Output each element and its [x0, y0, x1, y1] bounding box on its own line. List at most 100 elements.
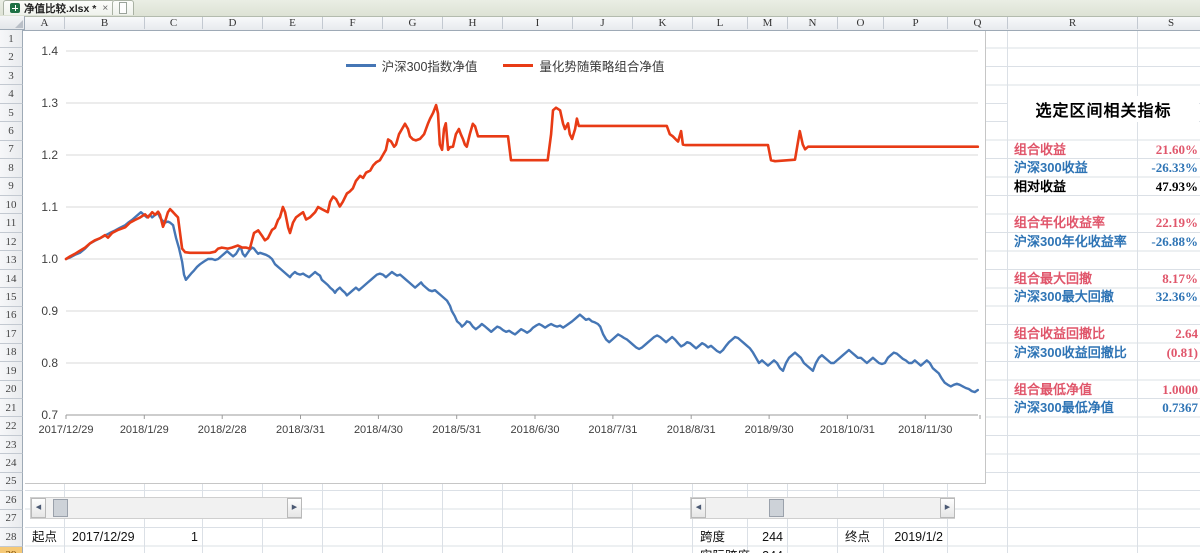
row-header-23[interactable]: 23: [0, 435, 23, 455]
row-header-26[interactable]: 26: [0, 491, 23, 510]
column-header-J[interactable]: J: [573, 16, 633, 29]
column-header-N[interactable]: N: [788, 16, 838, 29]
row-header-14[interactable]: 14: [0, 269, 23, 289]
column-header-Q[interactable]: Q: [948, 16, 1008, 29]
column-header-H[interactable]: H: [443, 16, 503, 29]
column-header-F[interactable]: F: [323, 16, 383, 29]
row-header-8[interactable]: 8: [0, 159, 23, 178]
column-header-B[interactable]: B: [65, 16, 145, 29]
netvalue-chart-object[interactable]: 1.4 1.3 1.2 1.1 1.0 0.9 0.8 0.7 2017/12/29 2018/1…: [25, 30, 986, 484]
row-header-17[interactable]: 17: [0, 325, 23, 344]
embedded-scrollbar-left[interactable]: ◀ ▶: [30, 497, 302, 519]
scroll-thumb[interactable]: [53, 499, 68, 517]
column-header-L[interactable]: L: [693, 16, 748, 29]
metric-value: 22.19%: [1155, 215, 1198, 231]
metric-label: 沪深300最低净值: [1014, 399, 1114, 415]
column-header-M[interactable]: M: [748, 16, 788, 29]
tab-close-icon[interactable]: ×: [102, 3, 108, 14]
legend-item-strategy: 量化势随策略组合净值: [503, 56, 664, 75]
scroll-thumb[interactable]: [769, 499, 784, 517]
svg-text:2018/2/28: 2018/2/28: [198, 424, 247, 436]
select-all-corner[interactable]: [0, 16, 25, 30]
row-header-18[interactable]: 18: [0, 343, 23, 363]
cell-L29[interactable]: 实际跨度: [693, 547, 750, 553]
row-header-1[interactable]: 1: [0, 30, 23, 49]
row-header-13[interactable]: 13: [0, 251, 23, 270]
red-line-swatch: [503, 64, 534, 67]
metric-label: 沪深300收益: [1014, 160, 1088, 176]
cell-M28[interactable]: 244: [748, 528, 788, 546]
legend-item-hs300: 沪深300指数净值: [345, 56, 477, 75]
row-header-21[interactable]: 21: [0, 398, 23, 418]
column-header-I[interactable]: I: [503, 16, 573, 29]
row-header-29[interactable]: 29: [0, 546, 23, 553]
cell-M29[interactable]: 244: [748, 547, 788, 553]
svg-text:1.2: 1.2: [41, 148, 58, 162]
row-header-3[interactable]: 3: [0, 66, 23, 86]
column-header-R[interactable]: R: [1008, 16, 1138, 29]
metric-row-5[interactable]: 组合最大回撤 8.17%: [1008, 270, 1200, 288]
column-header-A[interactable]: A: [25, 16, 65, 29]
row-header-25[interactable]: 25: [0, 472, 23, 492]
cell-B28[interactable]: 2017/12/29: [65, 528, 145, 546]
row-header-27[interactable]: 27: [0, 509, 23, 529]
column-header-G[interactable]: G: [383, 16, 443, 29]
metric-row-8[interactable]: 沪深300收益回撤比 (0.81): [1008, 344, 1200, 362]
scroll-right-button[interactable]: ▶: [287, 498, 302, 518]
metric-row-2[interactable]: 相对收益 47.93%: [1008, 178, 1200, 196]
metric-value: -26.88%: [1151, 233, 1198, 249]
row-header-11[interactable]: 11: [0, 214, 23, 233]
column-header-D[interactable]: D: [203, 16, 263, 29]
metric-value: 2.64: [1175, 326, 1198, 342]
row-header-10[interactable]: 10: [0, 196, 23, 215]
cell-O28[interactable]: 终点: [838, 528, 884, 546]
column-header-S[interactable]: S: [1138, 16, 1200, 29]
metric-row-0[interactable]: 组合收益 21.60%: [1008, 141, 1200, 159]
row-header-28[interactable]: 28: [0, 528, 23, 547]
cell-A28[interactable]: 起点: [25, 528, 65, 546]
metric-row-3[interactable]: 组合年化收益率 22.19%: [1008, 214, 1200, 232]
row-header-16[interactable]: 16: [0, 306, 23, 326]
row-header-9[interactable]: 9: [0, 177, 23, 197]
scroll-left-button[interactable]: ◀: [31, 498, 46, 518]
cell-C28[interactable]: 1: [145, 528, 203, 546]
column-header-K[interactable]: K: [633, 16, 693, 29]
row-header-2[interactable]: 2: [0, 48, 23, 67]
column-header-O[interactable]: O: [838, 16, 884, 29]
metric-value: 0.7367: [1162, 399, 1198, 415]
cell-P28[interactable]: 2019/1/2: [884, 528, 948, 546]
metric-value: 8.17%: [1162, 270, 1198, 286]
svg-text:2018/5/31: 2018/5/31: [432, 424, 481, 436]
row-header-22[interactable]: 22: [0, 417, 23, 436]
row-header-5[interactable]: 5: [0, 103, 23, 123]
row-header-24[interactable]: 24: [0, 454, 23, 473]
scroll-right-button[interactable]: ▶: [940, 498, 955, 518]
row-header-4[interactable]: 4: [0, 85, 23, 104]
metric-row-10[interactable]: 沪深300最低净值 0.7367: [1008, 399, 1200, 417]
svg-text:1.0: 1.0: [41, 252, 58, 266]
workbook-tab[interactable]: 净值比较.xlsx * ×: [3, 0, 116, 15]
metric-row-4[interactable]: 沪深300年化收益率 -26.88%: [1008, 233, 1200, 251]
svg-text:2018/7/31: 2018/7/31: [588, 424, 637, 436]
svg-text:0.9: 0.9: [41, 304, 58, 318]
new-tab-button[interactable]: [112, 0, 134, 15]
row-header-12[interactable]: 12: [0, 232, 23, 252]
metric-value: 1.0000: [1162, 381, 1198, 397]
row-header-19[interactable]: 19: [0, 362, 23, 381]
cell-L28[interactable]: 跨度: [693, 528, 748, 546]
svg-text:2018/9/30: 2018/9/30: [745, 424, 794, 436]
metric-row-7[interactable]: 组合收益回撤比 2.64: [1008, 325, 1200, 343]
column-header-C[interactable]: C: [145, 16, 203, 29]
row-header-6[interactable]: 6: [0, 122, 23, 141]
metric-row-9[interactable]: 组合最低净值 1.0000: [1008, 381, 1200, 399]
column-header-E[interactable]: E: [263, 16, 323, 29]
legend-label: 量化势随策略组合净值: [539, 60, 665, 74]
row-header-7[interactable]: 7: [0, 140, 23, 160]
row-header-20[interactable]: 20: [0, 380, 23, 399]
column-header-P[interactable]: P: [884, 16, 948, 29]
scroll-left-button[interactable]: ◀: [691, 498, 706, 518]
metric-row-1[interactable]: 沪深300收益 -26.33%: [1008, 159, 1200, 177]
embedded-scrollbar-right[interactable]: ◀ ▶: [690, 497, 955, 519]
metric-row-6[interactable]: 沪深300最大回撤 32.36%: [1008, 288, 1200, 306]
row-header-15[interactable]: 15: [0, 288, 23, 307]
